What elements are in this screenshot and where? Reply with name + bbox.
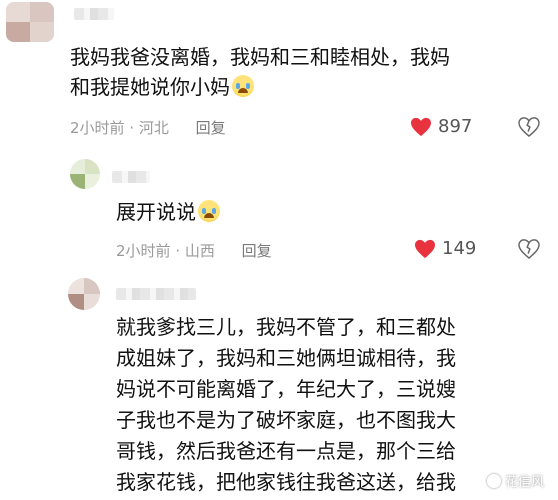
comment-text: 就我爹找三儿，我妈不管了，和三都处 成姐妹了，我妈和三她俩坦诚相待，我 妈说不可…: [116, 312, 456, 498]
like-count: 149: [442, 238, 477, 259]
comment-meta: 2小时前 · 山西 回复: [116, 240, 272, 261]
comment-line-with-emoji: 展开说说: [116, 197, 220, 227]
broken-heart-icon: [518, 117, 540, 138]
timestamp: 2小时前: [70, 119, 125, 137]
dislike-button[interactable]: [518, 117, 540, 141]
username-blurred[interactable]: [112, 171, 150, 183]
comment-2: 展开说说 2小时前 · 山西 回复 149: [0, 155, 558, 275]
comment-line: 子我也不是为了破坏家庭，也不图我大: [116, 408, 456, 432]
location: 河北: [138, 119, 169, 137]
watermark: 花信风: [486, 471, 544, 490]
comment-text: 展开说说: [116, 197, 220, 227]
comment-text: 我妈我爸没离婚，我妈和三和睦相处，我妈 和我提她说你小妈: [70, 42, 450, 102]
crying-laughing-emoji-icon: [232, 75, 254, 97]
meta-separator: ·: [129, 119, 139, 137]
heart-icon: [415, 239, 435, 258]
like-count: 897: [438, 116, 473, 137]
username-blurred[interactable]: [116, 288, 196, 300]
location: 山西: [184, 242, 215, 260]
comment-line: 成姐妹了，我妈和三她俩坦诚相待，我: [116, 346, 456, 370]
comment-line-with-emoji: 和我提她说你小妈: [70, 72, 450, 102]
heart-icon: [411, 117, 431, 136]
flower-icon: [486, 473, 501, 488]
comment-line: 就我爹找三儿，我妈不管了，和三都处: [116, 315, 456, 339]
crying-emoji-icon: [198, 200, 220, 222]
username-blurred[interactable]: [74, 8, 114, 20]
comment-line: 展开说说: [116, 200, 196, 224]
comment-line: 我妈我爸没离婚，我妈和三和睦相处，我妈: [70, 45, 450, 69]
broken-heart-icon: [518, 239, 540, 260]
comment-3: 就我爹找三儿，我妈不管了，和三都处 成姐妹了，我妈和三她俩坦诚相待，我 妈说不可…: [0, 278, 558, 500]
avatar[interactable]: [68, 278, 100, 310]
comment-line: 妈说不可能离婚了，年纪大了，三说嫂: [116, 377, 456, 401]
avatar[interactable]: [6, 2, 54, 42]
comment-line: 哥钱，然后我爸还有一点是，那个三给: [116, 439, 456, 463]
comment-line: 我家花钱，把他家钱往我爸这送，给我: [116, 470, 456, 494]
reply-button[interactable]: 回复: [242, 242, 272, 260]
dislike-button[interactable]: [518, 239, 540, 263]
like-button[interactable]: 897: [410, 116, 472, 137]
watermark-text: 花信风: [504, 475, 544, 490]
avatar[interactable]: [70, 159, 100, 189]
comment-line: 和我提她说你小妈: [70, 75, 230, 99]
comment-meta: 2小时前 · 河北 回复: [70, 117, 226, 138]
comment-1: 我妈我爸没离婚，我妈和三和睦相处，我妈 和我提她说你小妈 2小时前 · 河北 回…: [0, 0, 558, 150]
timestamp: 2小时前: [116, 242, 171, 260]
like-button[interactable]: 149: [414, 238, 476, 259]
meta-separator: ·: [175, 242, 185, 260]
reply-button[interactable]: 回复: [196, 119, 226, 137]
